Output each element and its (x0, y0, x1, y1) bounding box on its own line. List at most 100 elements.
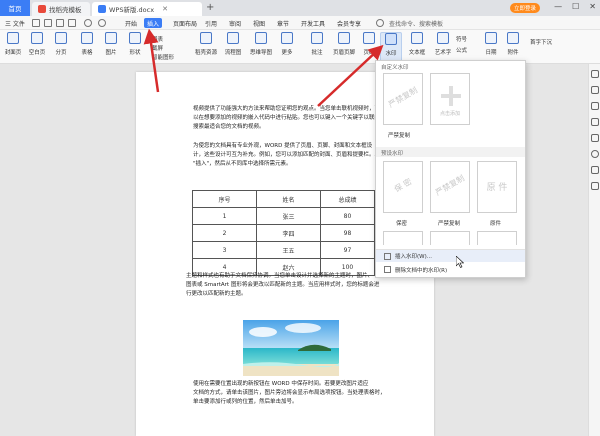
preset-watermark-secret[interactable]: 保 密 (383, 161, 423, 213)
add-watermark-card[interactable]: 点击添加 (430, 73, 470, 125)
right-sidebar (588, 64, 600, 436)
menu-page-layout[interactable]: 页面布局 (170, 18, 200, 28)
export-icon[interactable] (44, 19, 52, 27)
more-button[interactable]: 更多 (276, 32, 298, 56)
delete-watermark-item[interactable]: 删除文档中的水印(R) (376, 263, 525, 276)
table-label: 表格 (81, 50, 93, 56)
smart-graphic-button[interactable]: 智能图形 (152, 53, 174, 61)
table-cell: 98 (320, 224, 375, 242)
para4-line1: 使用在需要位置出现的新按钮在 WORD 中保存时间。若要更改图片适应 (193, 381, 369, 387)
table-row: 2 李四 98 (192, 224, 375, 242)
symbol-button[interactable]: 符号 (456, 35, 467, 43)
preset-watermark-text: 保 密 (392, 176, 414, 195)
formula-button[interactable]: 公式 (456, 46, 467, 54)
home-tab-label: 首页 (8, 5, 22, 13)
table-header-cell: 总成绩 (320, 190, 375, 208)
tab-template[interactable]: 找稻壳模板 (32, 2, 90, 16)
minimize-icon[interactable]: — (554, 2, 562, 11)
para3-line2: 图表或 SmartArt 图形将会更改以匹配新的主题。当应用样式时，您的标题会进 (186, 282, 380, 288)
preset-watermark-row2[interactable] (383, 231, 423, 245)
attachment-button[interactable]: 附件 (502, 32, 524, 56)
menu-insert[interactable]: 插入 (144, 18, 163, 28)
title-bar: 首页 找稻壳模板 WPS新版.docx ✕ + 立即登录 — ☐ ✕ (0, 0, 600, 16)
para1-line1: 视频提供了功能强大的方法来帮助您证明您的观点。当您单击联机视频时，可 (193, 106, 381, 112)
redo-icon[interactable] (98, 19, 106, 27)
header-footer-button[interactable]: 页眉页脚 (330, 32, 358, 56)
window-controls: — ☐ ✕ (554, 2, 596, 11)
comment-button[interactable]: 批注 (306, 32, 328, 56)
preset-watermark-row2[interactable] (430, 231, 470, 245)
home-tab[interactable]: 首页 (0, 0, 30, 16)
preview-icon[interactable] (68, 19, 76, 27)
textbox-label: 文本框 (408, 50, 426, 56)
menu-review[interactable]: 审阅 (226, 18, 244, 28)
resource-button[interactable]: 稻壳资源 (192, 32, 220, 56)
property-icon[interactable] (591, 102, 599, 110)
print-icon[interactable] (56, 19, 64, 27)
para1-line3: 搜索最适合您的文档的视频。 (193, 124, 265, 130)
close-window-icon[interactable]: ✕ (589, 2, 596, 11)
blank-page-button[interactable]: 空白页 (26, 32, 48, 56)
menu-references[interactable]: 引用 (202, 18, 220, 28)
search-icon[interactable] (376, 19, 384, 27)
watermark-button[interactable]: 水印 (380, 32, 402, 62)
preset-watermark-nocopy[interactable]: 严禁复制 (430, 161, 470, 213)
select-icon[interactable] (591, 86, 599, 94)
shape-label: 形状 (129, 50, 141, 56)
save-icon[interactable] (32, 19, 40, 27)
backup-icon[interactable] (591, 182, 599, 190)
mindmap-button[interactable]: 思维导图 (248, 32, 274, 56)
page-break-button[interactable]: 分页 (50, 32, 72, 56)
more-label: 更多 (281, 50, 293, 56)
page-number-button[interactable]: 页码 (358, 32, 380, 56)
undo-icon[interactable] (84, 19, 92, 27)
picture-button[interactable]: 图片 (100, 32, 122, 56)
preset-watermark-row2[interactable] (477, 231, 517, 245)
preset-watermark-original[interactable]: 原 件 (477, 161, 517, 213)
command-search[interactable]: 查找命令、搜索模板 (386, 18, 446, 28)
screenshot-button[interactable]: 截屏 (152, 44, 163, 52)
cover-page-button[interactable]: 封面页 (2, 32, 24, 56)
textbox-button[interactable]: 文本框 (404, 32, 430, 56)
plus-icon (441, 86, 461, 106)
menu-view[interactable]: 视图 (250, 18, 268, 28)
page-break-icon (55, 32, 67, 44)
header-footer-label: 页眉页脚 (332, 50, 355, 56)
insert-watermark-item[interactable]: 插入水印(W)... (376, 249, 525, 262)
custom-watermark-card[interactable]: 严禁复制 (383, 73, 423, 125)
wordart-button[interactable]: 艺术字 (432, 32, 454, 56)
preset-watermark-text: 原 件 (486, 183, 508, 193)
chart-button[interactable]: 图表 (152, 35, 163, 43)
wordart-label: 艺术字 (434, 50, 452, 56)
settings-icon[interactable] (591, 118, 599, 126)
new-tab-button[interactable]: + (206, 2, 214, 13)
flowchart-button[interactable]: 流程图 (222, 32, 244, 56)
preset-caption-secret: 保密 (396, 221, 408, 227)
shape-button[interactable]: 形状 (124, 32, 146, 56)
help-icon[interactable] (591, 150, 599, 158)
tab-document[interactable]: WPS新版.docx ✕ (92, 2, 202, 16)
menu-section[interactable]: 章节 (274, 18, 292, 28)
attachment-label: 附件 (507, 50, 519, 56)
file-menu[interactable]: 三 文件 (2, 18, 28, 28)
table-button[interactable]: 表格 (76, 32, 98, 56)
watermark-icon (385, 33, 397, 45)
mindmap-label: 思维导图 (249, 50, 272, 56)
comment-panel-icon[interactable] (591, 134, 599, 142)
menu-developer[interactable]: 开发工具 (298, 18, 328, 28)
table-header-cell: 序号 (192, 190, 257, 208)
menu-home[interactable]: 开始 (122, 18, 140, 28)
para4-line3: 单击要添加行或列的位置，然后单击加号。 (193, 399, 298, 405)
table-cell: 80 (320, 207, 375, 225)
menu-member[interactable]: 会员专享 (334, 18, 364, 28)
close-tab-icon[interactable]: ✕ (162, 5, 168, 13)
maximize-icon[interactable]: ☐ (572, 2, 579, 11)
date-button[interactable]: 日期 (480, 32, 502, 56)
drop-cap-button[interactable]: 首字下沉 (530, 38, 552, 46)
score-table[interactable]: 序号 姓名 总成绩 1 张三 80 2 李四 98 3 王五 97 4 赵六 1… (192, 190, 375, 276)
custom-watermark-caption: 严禁复制 (388, 133, 411, 139)
login-button[interactable]: 立即登录 (510, 3, 541, 13)
style-panel-icon[interactable] (591, 70, 599, 78)
beach-picture[interactable] (243, 320, 339, 376)
share-icon[interactable] (591, 166, 599, 174)
